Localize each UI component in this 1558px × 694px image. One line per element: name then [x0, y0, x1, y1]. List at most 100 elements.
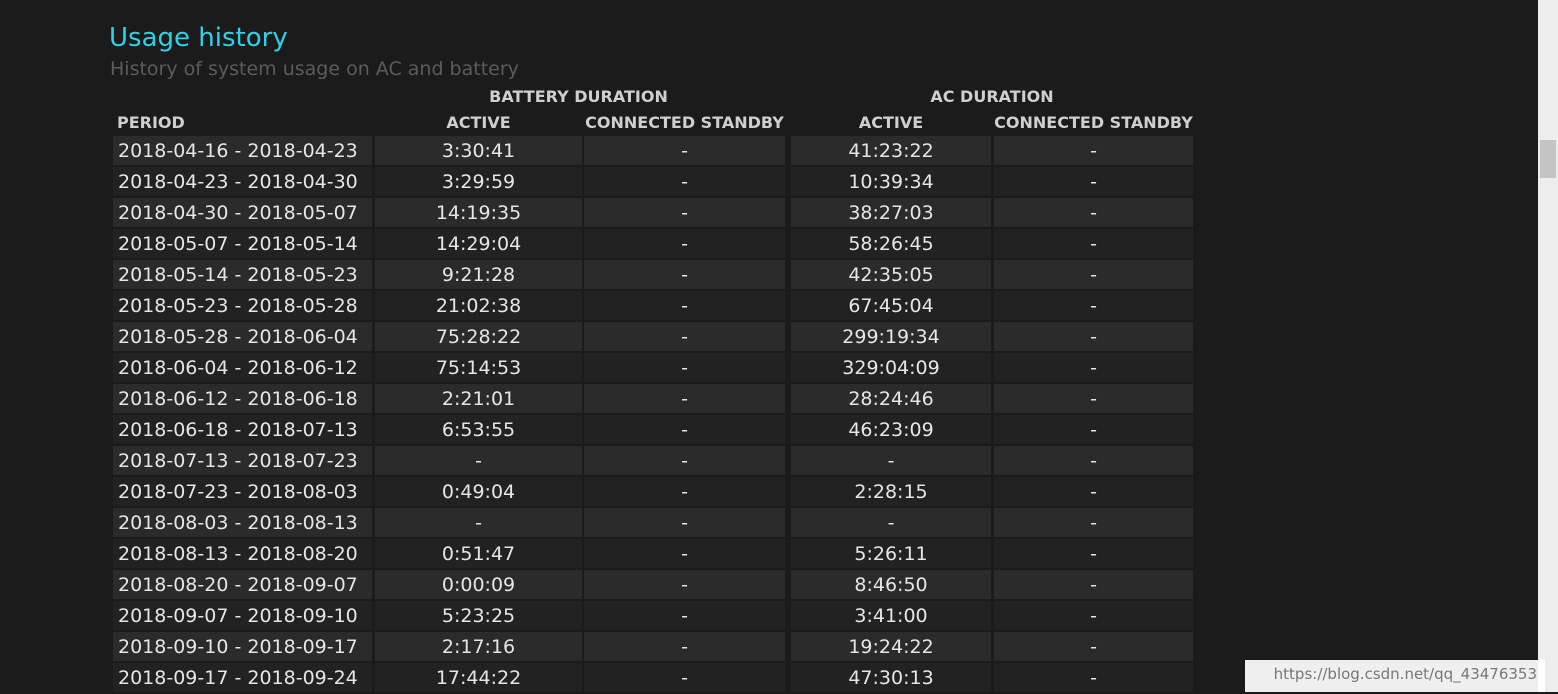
battery-standby-cell: -	[584, 136, 785, 165]
ac-active-cell: 42:35:05	[791, 260, 991, 289]
battery-active-cell: 21:02:38	[375, 291, 582, 320]
table-row: 2018-06-04 - 2018-06-12 75:14:53 - 329:0…	[0, 353, 1558, 384]
battery-standby-cell: -	[584, 477, 785, 506]
table-row: 2018-05-14 - 2018-05-23 9:21:28 - 42:35:…	[0, 260, 1558, 291]
battery-active-cell: 2:21:01	[375, 384, 582, 413]
page-subtitle: History of system usage on AC and batter…	[110, 58, 519, 80]
battery-standby-cell: -	[584, 322, 785, 351]
table-row: 2018-04-16 - 2018-04-23 3:30:41 - 41:23:…	[0, 136, 1558, 167]
table-row: 2018-05-07 - 2018-05-14 14:29:04 - 58:26…	[0, 229, 1558, 260]
battery-active-cell: 9:21:28	[375, 260, 582, 289]
battery-active-cell: 6:53:55	[375, 415, 582, 444]
ac-duration-header: AC DURATION	[930, 87, 1054, 106]
battery-standby-cell: -	[584, 353, 785, 382]
battery-active-cell: 75:14:53	[375, 353, 582, 382]
battery-active-cell: 75:28:22	[375, 322, 582, 351]
ac-standby-cell: -	[994, 353, 1193, 382]
column-header-battery-standby: CONNECTED STANDBY	[585, 113, 784, 132]
battery-active-cell: 3:29:59	[375, 167, 582, 196]
period-cell: 2018-04-23 - 2018-04-30	[113, 167, 372, 196]
table-row: 2018-09-07 - 2018-09-10 5:23:25 - 3:41:0…	[0, 601, 1558, 632]
ac-standby-cell: -	[994, 601, 1193, 630]
table-row: 2018-06-12 - 2018-06-18 2:21:01 - 28:24:…	[0, 384, 1558, 415]
period-cell: 2018-08-20 - 2018-09-07	[113, 570, 372, 599]
ac-active-cell: 8:46:50	[791, 570, 991, 599]
ac-active-cell: 299:19:34	[791, 322, 991, 351]
ac-standby-cell: -	[994, 632, 1193, 661]
period-cell: 2018-05-14 - 2018-05-23	[113, 260, 372, 289]
battery-standby-cell: -	[584, 446, 785, 475]
ac-standby-cell: -	[994, 229, 1193, 258]
ac-standby-cell: -	[994, 260, 1193, 289]
ac-active-cell: 28:24:46	[791, 384, 991, 413]
period-cell: 2018-04-30 - 2018-05-07	[113, 198, 372, 227]
table-row: 2018-08-13 - 2018-08-20 0:51:47 - 5:26:1…	[0, 539, 1558, 570]
scrollbar-thumb[interactable]	[1540, 140, 1556, 178]
period-cell: 2018-08-03 - 2018-08-13	[113, 508, 372, 537]
table-row: 2018-09-10 - 2018-09-17 2:17:16 - 19:24:…	[0, 632, 1558, 663]
ac-active-cell: 46:23:09	[791, 415, 991, 444]
ac-active-cell: 67:45:04	[791, 291, 991, 320]
battery-active-cell: 5:23:25	[375, 601, 582, 630]
period-cell: 2018-07-23 - 2018-08-03	[113, 477, 372, 506]
battery-standby-cell: -	[584, 415, 785, 444]
usage-table-body: 2018-04-16 - 2018-04-23 3:30:41 - 41:23:…	[0, 136, 1558, 694]
ac-active-cell: 47:30:13	[791, 663, 991, 692]
ac-active-cell: 2:28:15	[791, 477, 991, 506]
ac-active-cell: 41:23:22	[791, 136, 991, 165]
page-title: Usage history	[109, 23, 288, 53]
period-cell: 2018-05-23 - 2018-05-28	[113, 291, 372, 320]
ac-standby-cell: -	[994, 477, 1193, 506]
ac-standby-cell: -	[994, 291, 1193, 320]
period-cell: 2018-09-10 - 2018-09-17	[113, 632, 372, 661]
ac-active-cell: 5:26:11	[791, 539, 991, 568]
battery-standby-cell: -	[584, 601, 785, 630]
ac-active-cell: 38:27:03	[791, 198, 991, 227]
battery-standby-cell: -	[584, 663, 785, 692]
period-cell: 2018-08-13 - 2018-08-20	[113, 539, 372, 568]
vertical-scrollbar[interactable]	[1538, 0, 1558, 692]
ac-active-cell: 19:24:22	[791, 632, 991, 661]
battery-active-cell: 14:29:04	[375, 229, 582, 258]
battery-active-cell: 0:49:04	[375, 477, 582, 506]
table-row: 2018-07-13 - 2018-07-23 - - - -	[0, 446, 1558, 477]
battery-active-cell: 0:00:09	[375, 570, 582, 599]
battery-active-cell: 14:19:35	[375, 198, 582, 227]
ac-standby-cell: -	[994, 446, 1193, 475]
battery-active-cell: 3:30:41	[375, 136, 582, 165]
battery-active-cell: -	[375, 446, 582, 475]
table-row: 2018-04-30 - 2018-05-07 14:19:35 - 38:27…	[0, 198, 1558, 229]
ac-active-cell: 3:41:00	[791, 601, 991, 630]
ac-standby-cell: -	[994, 508, 1193, 537]
table-row: 2018-08-03 - 2018-08-13 - - - -	[0, 508, 1558, 539]
battery-active-cell: 17:44:22	[375, 663, 582, 692]
period-cell: 2018-07-13 - 2018-07-23	[113, 446, 372, 475]
ac-standby-cell: -	[994, 415, 1193, 444]
ac-standby-cell: -	[994, 167, 1193, 196]
battery-active-cell: 2:17:16	[375, 632, 582, 661]
ac-standby-cell: -	[994, 198, 1193, 227]
battery-active-cell: -	[375, 508, 582, 537]
ac-active-cell: 10:39:34	[791, 167, 991, 196]
battery-standby-cell: -	[584, 260, 785, 289]
table-row: 2018-06-18 - 2018-07-13 6:53:55 - 46:23:…	[0, 415, 1558, 446]
battery-standby-cell: -	[584, 539, 785, 568]
column-header-period: PERIOD	[117, 113, 185, 132]
battery-active-cell: 0:51:47	[375, 539, 582, 568]
ac-active-cell: 329:04:09	[791, 353, 991, 382]
period-cell: 2018-05-07 - 2018-05-14	[113, 229, 372, 258]
period-cell: 2018-09-07 - 2018-09-10	[113, 601, 372, 630]
watermark: https://blog.csdn.net/qq_43476353	[1245, 660, 1545, 692]
ac-standby-cell: -	[994, 570, 1193, 599]
battery-standby-cell: -	[584, 570, 785, 599]
battery-standby-cell: -	[584, 291, 785, 320]
period-cell: 2018-06-12 - 2018-06-18	[113, 384, 372, 413]
period-cell: 2018-06-04 - 2018-06-12	[113, 353, 372, 382]
table-row: 2018-07-23 - 2018-08-03 0:49:04 - 2:28:1…	[0, 477, 1558, 508]
battery-standby-cell: -	[584, 632, 785, 661]
battery-standby-cell: -	[584, 167, 785, 196]
ac-standby-cell: -	[994, 384, 1193, 413]
ac-standby-cell: -	[994, 539, 1193, 568]
ac-active-cell: -	[791, 508, 991, 537]
ac-standby-cell: -	[994, 322, 1193, 351]
